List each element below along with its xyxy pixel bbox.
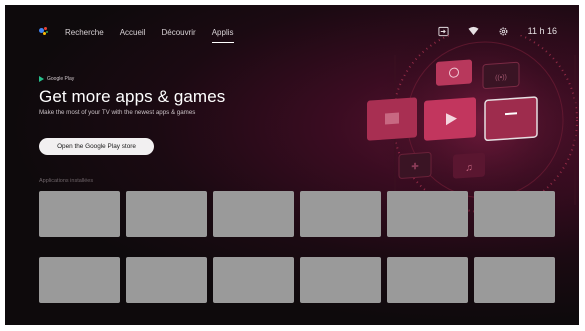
tv-screen: Recherche Accueil Découvrir Applis 11 h … xyxy=(5,5,579,325)
gamepad-icon: ✚ xyxy=(411,161,419,172)
app-tile[interactable] xyxy=(126,191,207,237)
app-tile[interactable] xyxy=(39,191,120,237)
installed-apps-label: Applications installées xyxy=(39,178,94,184)
nav-search[interactable]: Recherche xyxy=(65,28,104,37)
google-assistant-icon[interactable] xyxy=(39,27,49,37)
promo-subtitle: Make the most of your TV with the newest… xyxy=(39,109,196,116)
google-play-icon xyxy=(39,76,44,82)
app-tile[interactable] xyxy=(387,257,468,303)
installed-apps-grid xyxy=(39,191,555,303)
app-tile[interactable] xyxy=(474,191,555,237)
broadcast-icon: ((•)) xyxy=(495,74,507,82)
app-tile[interactable] xyxy=(213,257,294,303)
main-nav: Recherche Accueil Découvrir Applis xyxy=(39,27,234,43)
google-play-label: Google Play xyxy=(47,76,75,82)
app-tile[interactable] xyxy=(474,257,555,303)
google-play-brand: Google Play xyxy=(39,76,225,82)
nav-home[interactable]: Accueil xyxy=(120,28,146,37)
nav-apps[interactable]: Applis xyxy=(211,28,234,43)
promo-title: Get more apps & games xyxy=(39,87,226,106)
globe-card xyxy=(436,59,472,86)
film-icon xyxy=(385,112,399,125)
app-tile[interactable] xyxy=(39,257,120,303)
app-tile[interactable] xyxy=(300,191,381,237)
app-tile[interactable] xyxy=(300,257,381,303)
google-play-promo: Google Play Get more apps & games Make t… xyxy=(39,76,225,116)
open-play-store-button[interactable]: Open the Google Play store xyxy=(39,138,154,155)
music-note-icon: ♫ xyxy=(465,162,472,174)
app-tile[interactable] xyxy=(126,257,207,303)
tv-card xyxy=(484,96,538,142)
app-tile[interactable] xyxy=(213,191,294,237)
app-tile[interactable] xyxy=(387,191,468,237)
nav-discover[interactable]: Découvrir xyxy=(161,28,195,37)
